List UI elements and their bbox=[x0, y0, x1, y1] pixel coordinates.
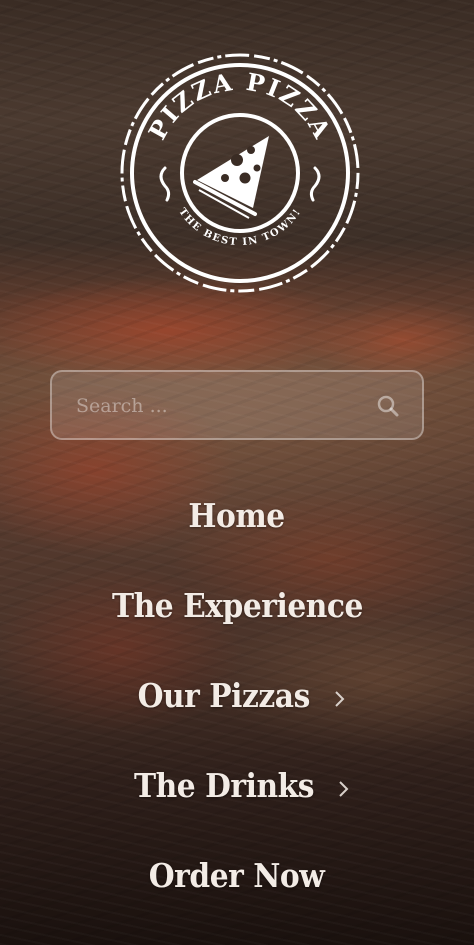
nav-item-the-drinks[interactable]: The Drinks bbox=[0, 740, 474, 830]
nav-item-our-pizzas[interactable]: Our Pizzas bbox=[0, 650, 474, 740]
nav-item-order-now[interactable]: Order Now bbox=[0, 830, 474, 920]
nav-item-label: Our Pizzas bbox=[137, 675, 311, 715]
pizza-slice-icon bbox=[193, 136, 269, 219]
main-navigation: Home The Experience Our Pizzas The Drink… bbox=[0, 470, 474, 920]
logo-emblem: PIZZA PIZZA THE BEST IN TOWN! bbox=[120, 53, 360, 293]
chevron-right-icon[interactable] bbox=[334, 689, 346, 709]
nav-item-label: Home bbox=[188, 495, 286, 535]
mobile-menu-screen: PIZZA PIZZA THE BEST IN TOWN! Search ...… bbox=[0, 0, 474, 945]
nav-item-the-experience[interactable]: The Experience bbox=[0, 560, 474, 650]
chevron-right-icon[interactable] bbox=[338, 779, 350, 799]
nav-item-label: The Drinks bbox=[133, 765, 314, 805]
nav-item-label: The Experience bbox=[111, 585, 363, 625]
nav-item-label: Order Now bbox=[149, 855, 325, 895]
pizza-pizza-logo[interactable]: PIZZA PIZZA THE BEST IN TOWN! bbox=[117, 50, 363, 296]
search-icon[interactable] bbox=[376, 394, 400, 418]
search-input[interactable] bbox=[74, 372, 368, 440]
nav-item-home[interactable]: Home bbox=[0, 470, 474, 560]
search-box[interactable] bbox=[50, 370, 424, 440]
